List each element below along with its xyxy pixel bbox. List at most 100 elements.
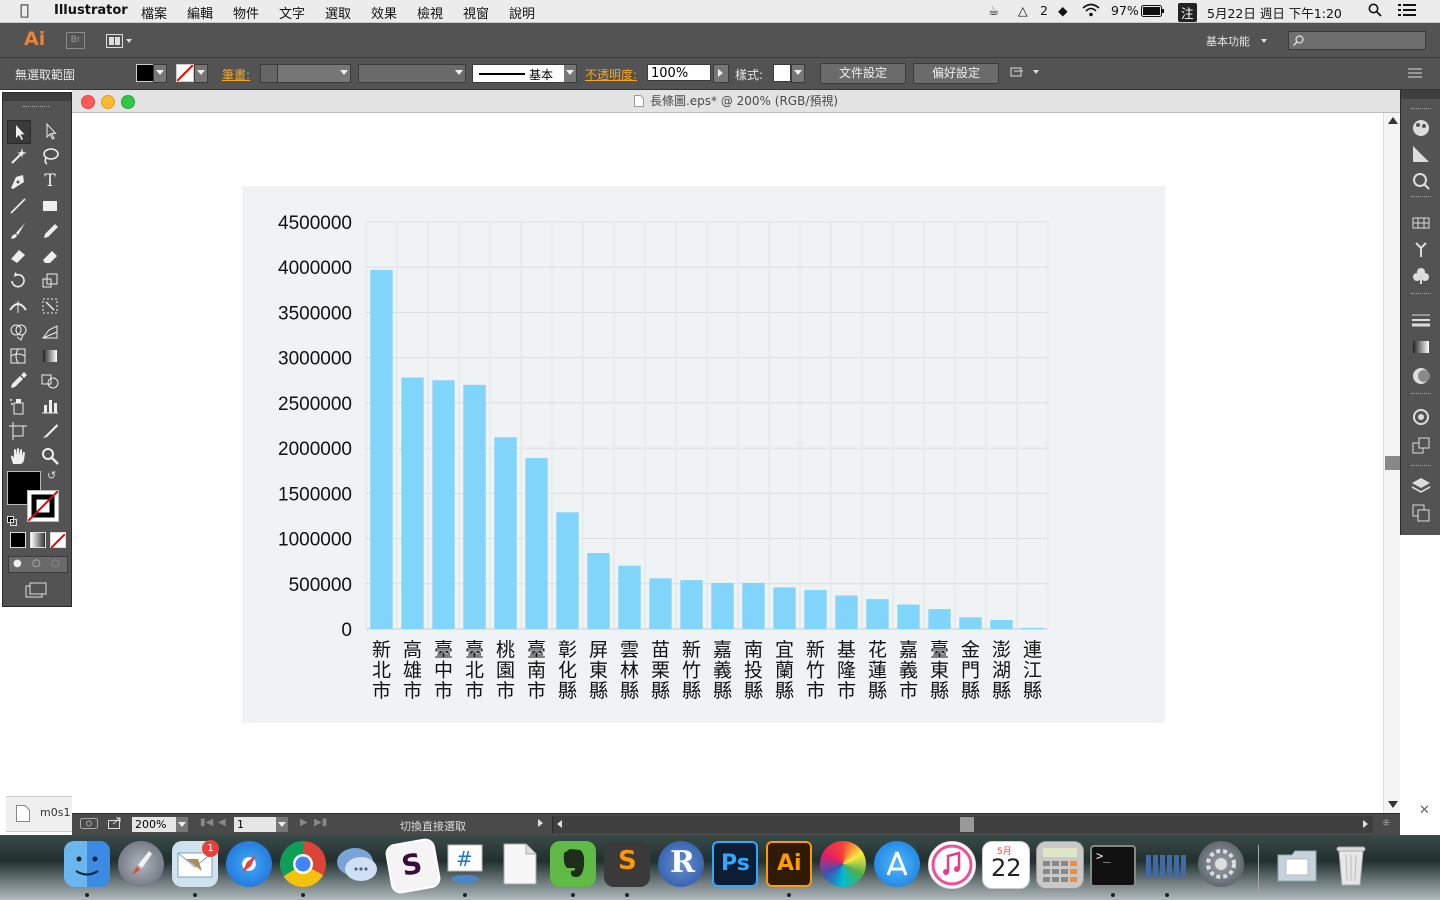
bar-8[interactable] [618,565,641,629]
panel-grip-3[interactable] [1411,293,1431,294]
column-graph-tool[interactable] [39,395,61,417]
stroke-color-swatch[interactable] [176,64,194,82]
horizontal-scrollbar[interactable] [552,816,1373,833]
slack-icon[interactable]: S [384,837,442,895]
panel-grip-2[interactable] [1411,196,1431,197]
drawing-modes[interactable]: ● ○ ○ [8,556,68,573]
libraries-icon[interactable] [1410,170,1432,196]
stroke-color-box[interactable] [27,490,59,522]
tools-panel-header[interactable] [3,93,71,101]
adobe-cc-icon[interactable]: △ [1018,3,1028,18]
calculator-icon[interactable] [1036,841,1084,889]
trash-icon[interactable] [1328,841,1374,887]
symbols-icon[interactable] [1410,265,1432,291]
control-panel-menu-icon[interactable] [1408,67,1422,81]
scale-tool[interactable] [39,270,61,292]
menu-file[interactable]: 檔案 [141,3,167,22]
mesh-tool[interactable] [7,345,29,367]
document-title-bar[interactable]: 長條圖.eps* @ 200% (RGB/預視) [72,90,1400,113]
horizontal-scroll-thumb[interactable] [960,817,974,832]
scroll-up-arrow[interactable] [1388,117,1398,124]
terminal-icon[interactable]: >_ [1090,845,1136,887]
keynote-icon[interactable]: # [442,841,488,887]
evernote-menu-icon[interactable]: ◆ [1058,3,1068,18]
status-menu-arrow[interactable] [538,819,543,827]
bar-14[interactable] [804,590,827,629]
variable-width-profile[interactable] [358,64,466,83]
type-tool-icon[interactable]: T [39,170,61,192]
wifi-icon[interactable] [1082,3,1100,20]
workspace-dropdown-icon[interactable] [1261,39,1267,43]
pen-tool[interactable] [7,170,29,192]
artboard-dropdown[interactable] [276,817,288,832]
stroke-weight-label[interactable]: 筆畫: [222,66,250,83]
zoom-tool[interactable] [39,445,61,467]
bar-4[interactable] [494,437,517,629]
photoshop-icon[interactable]: Ps [712,841,758,887]
app-menu-illustrator[interactable]: Illustrator [54,3,128,18]
paintbrush-tool[interactable] [7,220,29,242]
bar-6[interactable] [556,512,579,629]
bridge-button[interactable]: Br [66,32,85,49]
artboard-tool[interactable] [7,420,29,442]
calendar-icon[interactable]: 5月 22 [982,841,1030,889]
menu-view[interactable]: 檢視 [417,3,443,22]
r-icon[interactable]: R [658,841,704,887]
preferences-button[interactable]: 偏好設定 [913,63,999,84]
direct-selection-tool[interactable] [39,120,61,142]
bar-11[interactable] [711,582,734,629]
appearance-icon[interactable] [1410,406,1432,432]
resize-grip-icon[interactable]: ⁜ [1382,818,1390,829]
panel-dock-header[interactable] [1401,90,1440,99]
input-method-icon[interactable]: 注 [1178,3,1197,22]
blend-tool[interactable] [39,370,61,392]
color-panel-icon[interactable] [1410,117,1432,143]
coffee-cup-icon[interactable]: ☕ [988,3,999,18]
bar-15[interactable] [835,595,858,629]
draw-normal-icon[interactable]: ● [13,558,22,569]
selection-tool[interactable] [7,120,31,144]
stroke-dropdown[interactable] [194,64,208,83]
artboard-number-input[interactable]: 1 [234,817,276,832]
hand-tool[interactable] [7,445,29,467]
graphic-style-swatch[interactable] [773,64,791,82]
workspace-switcher[interactable]: 基本功能 [1206,33,1250,49]
illustrator-icon[interactable]: Ai [766,841,812,887]
bar-10[interactable] [680,580,703,629]
stroke-weight-input[interactable] [277,64,351,83]
safari-icon[interactable] [226,841,272,887]
bar-1[interactable] [401,377,424,629]
brush-definition-dropdown[interactable]: 基本 [472,64,577,83]
messages-icon[interactable] [334,841,380,887]
eraser-tool[interactable] [39,245,61,267]
bar-2[interactable] [432,380,455,629]
bar-0[interactable] [370,269,393,629]
magic-wand-tool[interactable] [7,145,29,167]
zoom-level-dropdown[interactable] [176,817,188,832]
zoom-level-input[interactable]: 200% [132,817,176,832]
document-setup-button[interactable]: 文件設定 [820,63,906,84]
slice-tool[interactable] [39,420,61,442]
fill-dropdown[interactable] [153,64,167,83]
change-screen-mode-icon[interactable] [25,582,47,598]
stroke-weight-stepper[interactable] [260,64,278,83]
gpu-performance-icon[interactable] [80,818,98,832]
help-search-input[interactable] [1288,31,1426,50]
scroll-down-arrow[interactable] [1388,801,1398,808]
line-segment-tool[interactable] [7,195,29,217]
symbol-sprayer-tool[interactable] [7,395,29,417]
stroke-panel-icon[interactable] [1410,309,1432,335]
evernote-icon[interactable] [550,841,596,887]
bar-19[interactable] [959,617,982,629]
menu-object[interactable]: 物件 [233,3,259,22]
textedit-icon[interactable] [496,841,542,887]
fill-color-swatch[interactable] [136,64,154,82]
sublime-icon[interactable]: S [604,841,650,887]
artboards-panel-icon[interactable] [1410,502,1432,528]
last-artboard-icon[interactable]: ▶▮ [314,817,327,828]
transform-options-icon[interactable] [1010,66,1042,81]
minimize-window-button[interactable] [101,95,115,109]
color-picker-icon[interactable] [820,841,866,887]
swap-fill-stroke-icon[interactable]: ↺ [47,469,56,482]
bar-7[interactable] [587,553,610,629]
